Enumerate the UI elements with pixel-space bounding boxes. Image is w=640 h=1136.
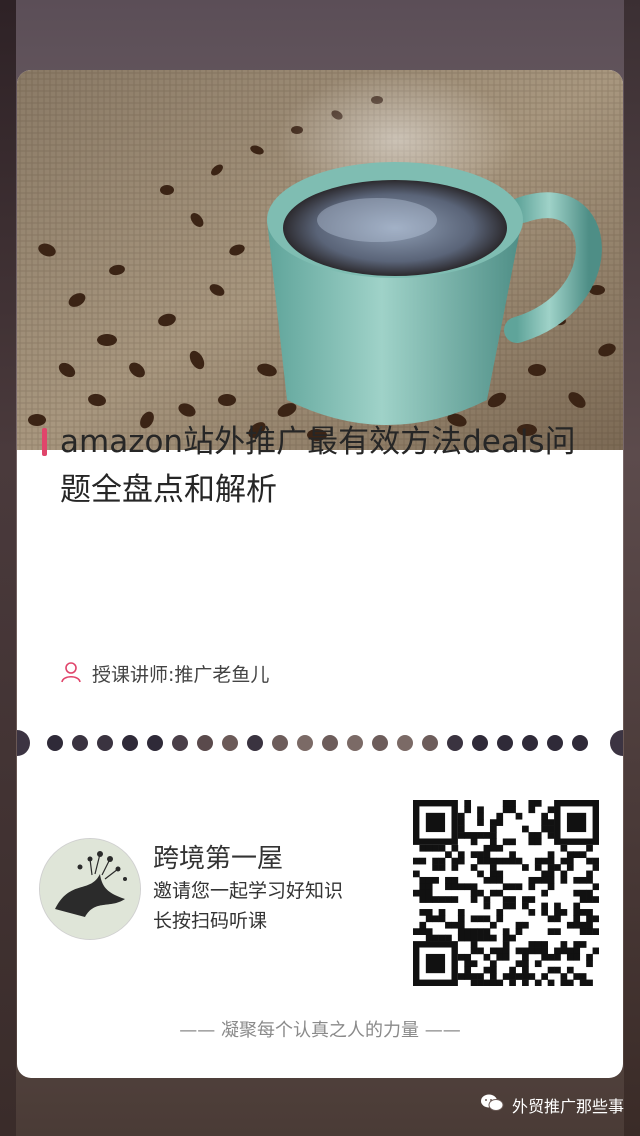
title-accent-bar: [42, 428, 47, 456]
slogan: —— 凝聚每个认真之人的力量 ——: [179, 1020, 461, 1041]
coffee-hero-image: [17, 70, 623, 450]
ticket-perforation: [17, 730, 623, 756]
brand-block: 跨境第一屋 邀请您一起学习好知识 长按扫码听课: [39, 838, 343, 940]
wechat-icon: [480, 1093, 504, 1117]
footer-account-name: 外贸推广那些事: [511, 1097, 624, 1116]
brand-name: 跨境第一屋: [153, 844, 284, 874]
brand-action-text: 长按扫码听课: [153, 910, 268, 932]
lecturer-row: 授课讲师:推广老鱼儿: [60, 660, 269, 687]
brand-invite-text: 邀请您一起学习好知识: [153, 880, 344, 902]
course-card[interactable]: amazon站外推广最有效方法deals问题全盘点和解析 授课讲师:推广老鱼儿: [17, 70, 623, 1078]
person-icon: [60, 661, 82, 687]
footer-account: 外贸推广那些事: [480, 1093, 624, 1117]
qr-code[interactable]: [413, 800, 600, 987]
course-title: amazon站外推广最有效方法deals问题全盘点和解析: [60, 424, 576, 508]
brand-avatar: [39, 838, 141, 940]
lecturer-label: 授课讲师:推广老鱼儿: [92, 664, 270, 686]
